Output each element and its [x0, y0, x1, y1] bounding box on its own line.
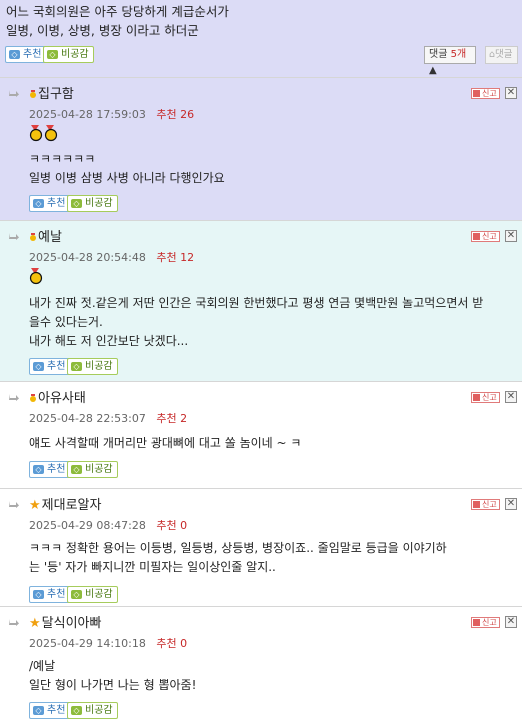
comment-meta: 2025-04-29 08:47:28 추천 0 — [29, 519, 188, 532]
comment-item: ★제대로알자 2025-04-29 08:47:28 추천 0 ㅋㅋㅋ 정확한 … — [0, 488, 522, 606]
comment-author[interactable]: ★제대로알자 — [29, 497, 101, 515]
reply-arrow-icon — [9, 233, 19, 240]
comment-item: 아유사태 2025-04-28 22:53:07 추천 2 얘도 사격할때 개머… — [0, 381, 522, 488]
recommend-icon: ◇ — [33, 465, 44, 474]
siren-icon — [473, 394, 480, 401]
comment-body: 내가 진짜 젓.같은게 저딴 인간은 국회의원 한번했다고 평생 연금 몇백만원… — [29, 296, 484, 348]
medal-list — [29, 268, 46, 285]
not-recommend-icon: ◇ — [71, 362, 82, 371]
chevron-up-icon: ▲ — [429, 65, 437, 76]
delete-icon[interactable]: ✕ — [505, 230, 517, 242]
medal-icon — [44, 125, 58, 142]
not-recommend-icon: ◇ — [71, 590, 82, 599]
comment-author[interactable]: 집구함 — [29, 86, 74, 104]
recommend-button[interactable]: ◇ 추천 — [29, 358, 71, 375]
post-not-recommend-button[interactable]: ◇ 비공감 — [43, 46, 94, 63]
comment-meta: 2025-04-28 20:54:48 추천 12 — [29, 251, 195, 264]
recommend-button[interactable]: ◇ 추천 — [29, 461, 71, 478]
reply-arrow-icon — [9, 619, 19, 626]
recommend-count: 2 — [180, 412, 188, 425]
comment-meta: 2025-04-29 14:10:18 추천 0 — [29, 637, 188, 650]
delete-icon[interactable]: ✕ — [505, 87, 517, 99]
reply-arrow-icon — [9, 394, 19, 401]
comment-count-toggle[interactable]: 댓글 5개 ▲ — [424, 46, 476, 76]
comment-meta: 2025-04-28 22:53:07 추천 2 — [29, 412, 188, 425]
not-recommend-button[interactable]: ◇ 비공감 — [67, 586, 118, 603]
comment-item: 예날 2025-04-28 20:54:48 추천 12 내가 진짜 젓.같은게… — [0, 220, 522, 381]
comment-body: 얘도 사격할때 개머리만 광대뼈에 대고 쏠 놈이네 ~ ㅋ — [29, 436, 302, 450]
write-comment-button[interactable]: ⌂댓글 — [485, 46, 518, 64]
post-recommend-button[interactable]: ◇ 추천 — [5, 46, 47, 63]
star-icon: ★ — [29, 498, 41, 513]
medal-icon — [29, 268, 43, 285]
recommend-button[interactable]: ◇ 추천 — [29, 586, 71, 603]
recommend-button[interactable]: ◇ 추천 — [29, 702, 71, 719]
recommend-button[interactable]: ◇ 추천 — [29, 195, 71, 212]
siren-icon — [473, 233, 480, 240]
not-recommend-icon: ◇ — [71, 465, 82, 474]
delete-icon[interactable]: ✕ — [505, 498, 517, 510]
comment-author[interactable]: ★달식이아빠 — [29, 615, 101, 633]
recommend-count: 0 — [180, 637, 188, 650]
comment-author[interactable]: 예날 — [29, 229, 62, 247]
comment-item: ★달식이아빠 2025-04-29 14:10:18 추천 0 /예날 일단 형… — [0, 606, 522, 726]
post-text: 어느 국회의원은 아주 당당하게 계급순서가 일병, 이병, 상병, 병장 이라… — [6, 4, 229, 38]
member-medal-icon — [30, 394, 36, 402]
not-recommend-icon: ◇ — [71, 706, 82, 715]
not-recommend-icon: ◇ — [71, 199, 82, 208]
recommend-icon: ◇ — [33, 706, 44, 715]
recommend-icon: ◇ — [33, 199, 44, 208]
reply-arrow-icon — [9, 501, 19, 508]
not-recommend-button[interactable]: ◇ 비공감 — [67, 702, 118, 719]
comment-item: 집구함 2025-04-28 17:59:03 추천 26 ㅋㅋㅋㅋㅋㅋ 일병 … — [0, 77, 522, 220]
member-medal-icon — [30, 233, 36, 241]
reply-arrow-icon — [9, 90, 19, 97]
report-button[interactable]: 신고 — [471, 499, 500, 510]
comment-body: ㅋㅋㅋㅋㅋㅋ 일병 이병 삼병 사병 아니라 다행인가요 — [29, 152, 225, 185]
recommend-icon: ◇ — [33, 362, 44, 371]
report-button[interactable]: 신고 — [471, 392, 500, 403]
delete-icon[interactable]: ✕ — [505, 616, 517, 628]
member-medal-icon — [30, 90, 36, 98]
star-icon: ★ — [29, 616, 41, 631]
comment-author[interactable]: 아유사태 — [29, 390, 86, 408]
recommend-count: 12 — [180, 251, 195, 264]
report-button[interactable]: 신고 — [471, 88, 500, 99]
comment-meta: 2025-04-28 17:59:03 추천 26 — [29, 108, 195, 121]
comment-body: ㅋㅋㅋ 정확한 용어는 이등병, 일등병, 상등병, 병장이죠.. 줄임말로 등… — [29, 541, 447, 574]
comment-body: /예날 일단 형이 나가면 나는 형 뽑아줌! — [29, 659, 197, 692]
siren-icon — [473, 619, 480, 626]
report-button[interactable]: 신고 — [471, 231, 500, 242]
recommend-icon: ◇ — [9, 50, 20, 59]
not-recommend-button[interactable]: ◇ 비공감 — [67, 195, 118, 212]
post-tail: 어느 국회의원은 아주 당당하게 계급순서가 일병, 이병, 상병, 병장 이라… — [0, 0, 522, 77]
recommend-count: 26 — [180, 108, 195, 121]
recommend-count: 0 — [180, 519, 188, 532]
report-button[interactable]: 신고 — [471, 617, 500, 628]
siren-icon — [473, 90, 480, 97]
medal-icon — [29, 125, 43, 142]
not-recommend-icon: ◇ — [47, 50, 58, 59]
delete-icon[interactable]: ✕ — [505, 391, 517, 403]
not-recommend-button[interactable]: ◇ 비공감 — [67, 358, 118, 375]
not-recommend-button[interactable]: ◇ 비공감 — [67, 461, 118, 478]
medal-list — [29, 125, 61, 142]
siren-icon — [473, 501, 480, 508]
recommend-icon: ◇ — [33, 590, 44, 599]
